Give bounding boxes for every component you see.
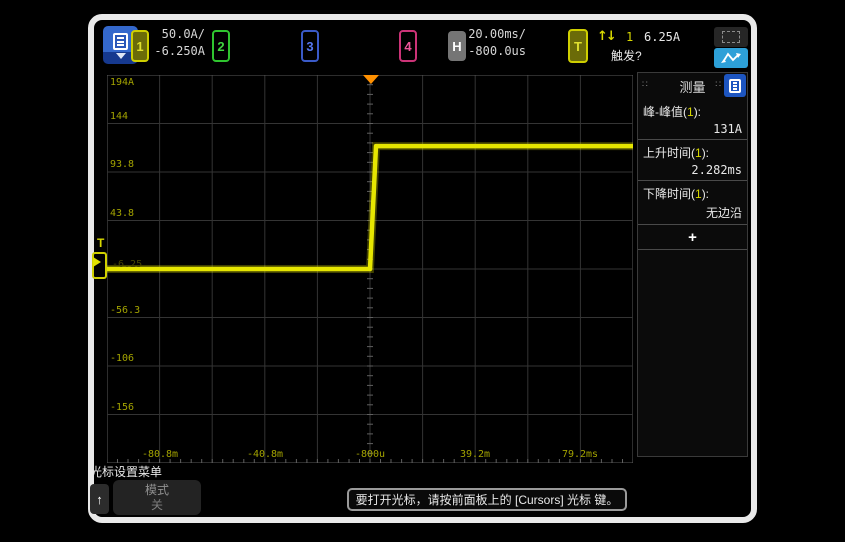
horizontal-readout: 20.00ms/ -800.0us [468, 26, 526, 60]
y-axis-label-center: -6.25 [112, 259, 142, 270]
menu-list-icon [113, 33, 128, 50]
trigger-button[interactable]: T [568, 29, 588, 63]
up-arrow-icon: ↑ [96, 492, 103, 507]
grip-dots-icon: ∷ [715, 79, 721, 90]
chevron-down-icon [116, 53, 126, 59]
y-axis-label: 194A [110, 77, 134, 88]
timebase-value: 20.00ms/ [468, 26, 526, 43]
horizontal-button[interactable]: H [448, 31, 466, 61]
measurement-value: 2.282ms [643, 163, 742, 177]
menu-back-button[interactable]: ↑ [90, 484, 109, 514]
y-axis-label: 93.8 [110, 159, 134, 170]
channel-1-readout: 50.0A/ -6.250A [150, 26, 205, 60]
measurement-value: 131A [643, 122, 742, 136]
waveform-display-area[interactable] [107, 75, 633, 463]
right-arrow-icon [93, 257, 101, 267]
oscilloscope-screen: 1 50.0A/ -6.250A 2 3 4 H 20.00ms/ -800.0… [0, 0, 845, 542]
y-axis-label: -56.3 [110, 305, 140, 316]
channel-1-offset: -6.250A [150, 43, 205, 60]
channel-1-offset-marker[interactable] [92, 252, 107, 279]
cursor-hint-message: 要打开光标，请按前面板上的 [Cursors] 光标 键。 [347, 488, 627, 511]
draw-waveform-button[interactable] [714, 48, 748, 68]
measurements-panel-header[interactable]: ∷ 测量 ∷ [638, 73, 747, 99]
measurement-item[interactable]: 上升时间(1): 2.282ms [638, 140, 747, 181]
channel-1-button[interactable]: 1 [131, 30, 149, 62]
trigger-level-marker[interactable]: T [97, 236, 104, 250]
trigger-level-value: 6.25A [644, 30, 680, 44]
trigger-source: 1 [626, 30, 633, 44]
delay-value: -800.0us [468, 43, 526, 60]
measurements-panel: ∷ 测量 ∷ 峰-峰值(1): 131A 上升时间(1): 2.282ms 下降… [637, 72, 748, 457]
zoom-region-button[interactable] [714, 27, 748, 47]
menu-list-icon [729, 79, 741, 93]
measurements-title: 测量 [679, 77, 705, 96]
trigger-slope-icon: ↑↓ [597, 29, 615, 44]
channel-4-button[interactable]: 4 [399, 30, 417, 62]
y-axis-label: -106 [110, 353, 134, 364]
measurement-item[interactable]: 峰-峰值(1): 131A [638, 99, 747, 140]
measurement-value: 无边沿 [643, 204, 742, 221]
channel-3-button[interactable]: 3 [301, 30, 319, 62]
time-reference-marker-icon[interactable] [363, 75, 379, 84]
selection-rectangle-icon [722, 31, 740, 43]
waveform-arrow-icon [720, 51, 742, 65]
softkey-menu-title: 光标设置菜单 [90, 463, 162, 480]
y-axis-label: 43.8 [110, 208, 134, 219]
grid-and-trace-canvas [107, 75, 633, 463]
channel-2-button[interactable]: 2 [212, 30, 230, 62]
x-axis-label: -40.8m [230, 449, 300, 540]
measurement-item[interactable]: 下降时间(1): 无边沿 [638, 181, 747, 225]
grip-dots-icon: ∷ [642, 79, 648, 90]
y-axis-label: 144 [110, 111, 128, 122]
channel-1-scale: 50.0A/ [150, 26, 205, 43]
cursor-mode-softkey[interactable]: 模式 关 [113, 480, 201, 515]
y-axis-label: -156 [110, 402, 134, 413]
add-measurement-button[interactable]: + [638, 225, 747, 250]
panel-menu-button[interactable] [724, 74, 746, 97]
trigger-status: 触发? [611, 47, 642, 64]
